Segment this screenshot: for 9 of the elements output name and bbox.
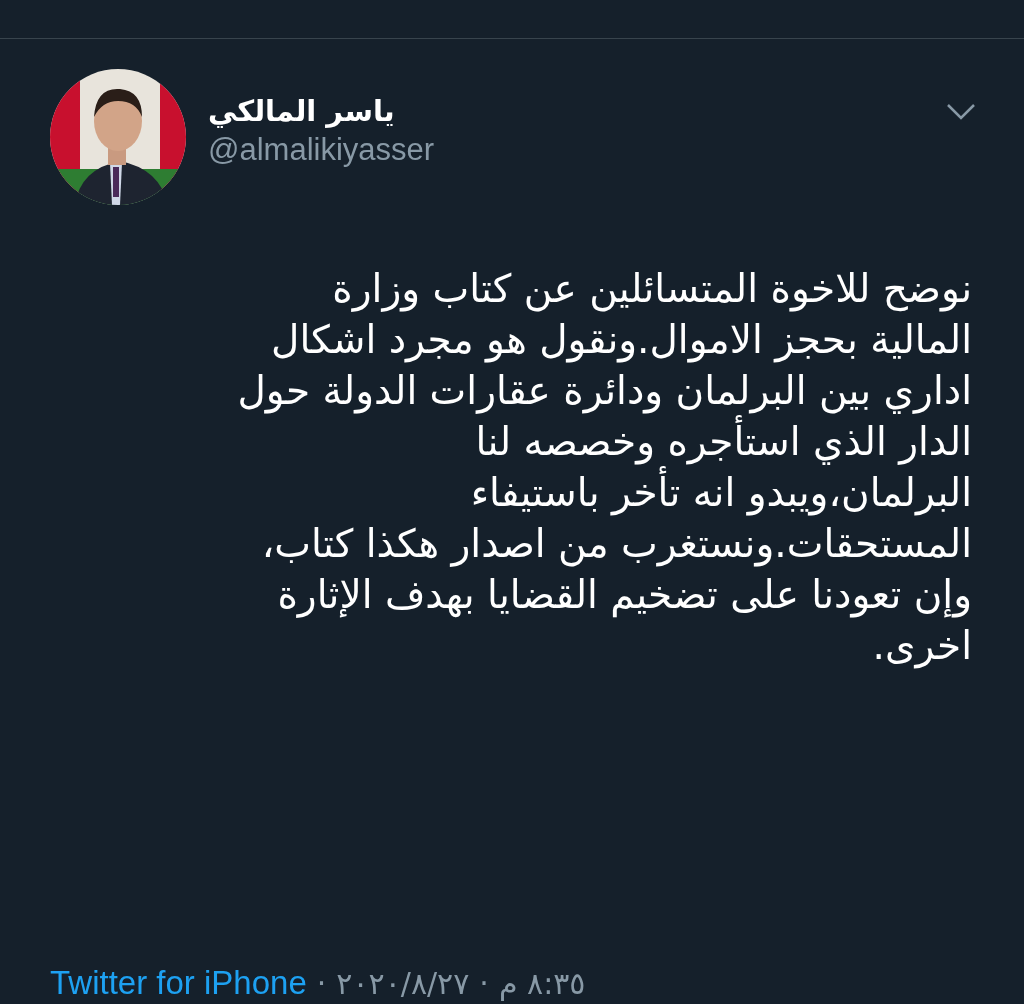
- separator: ·: [316, 966, 327, 1001]
- tweet-text: نوضح للاخوة المتسائلين عن كتاب وزارة المالية بحجز الاموال.ونقول هو مجرد اشكال اداري بين البرلمان ودائرة عقارات الدولة حول الدار الذي استأجره وخصصه لنا البرلمان،ويبدو انه تأخر باستيفاء المستحقات.ونستغرب من اصدار هكذا كتاب، وإن تعودنا على تضخيم القضايا بهدف الإثارة اخرى.: [236, 265, 972, 671]
- author-name: ياسر المالكي: [208, 94, 395, 128]
- separator: ·: [479, 966, 489, 1001]
- chevron-down-icon[interactable]: [946, 103, 976, 121]
- tweet-time: ٨:٣٥ م: [498, 966, 586, 1001]
- author-handle: @almalikiyasser: [208, 132, 435, 168]
- tweet-date: ٢٠٢٠/٨/٢٧: [336, 966, 470, 1001]
- source-link[interactable]: Twitter for iPhone: [50, 964, 307, 1002]
